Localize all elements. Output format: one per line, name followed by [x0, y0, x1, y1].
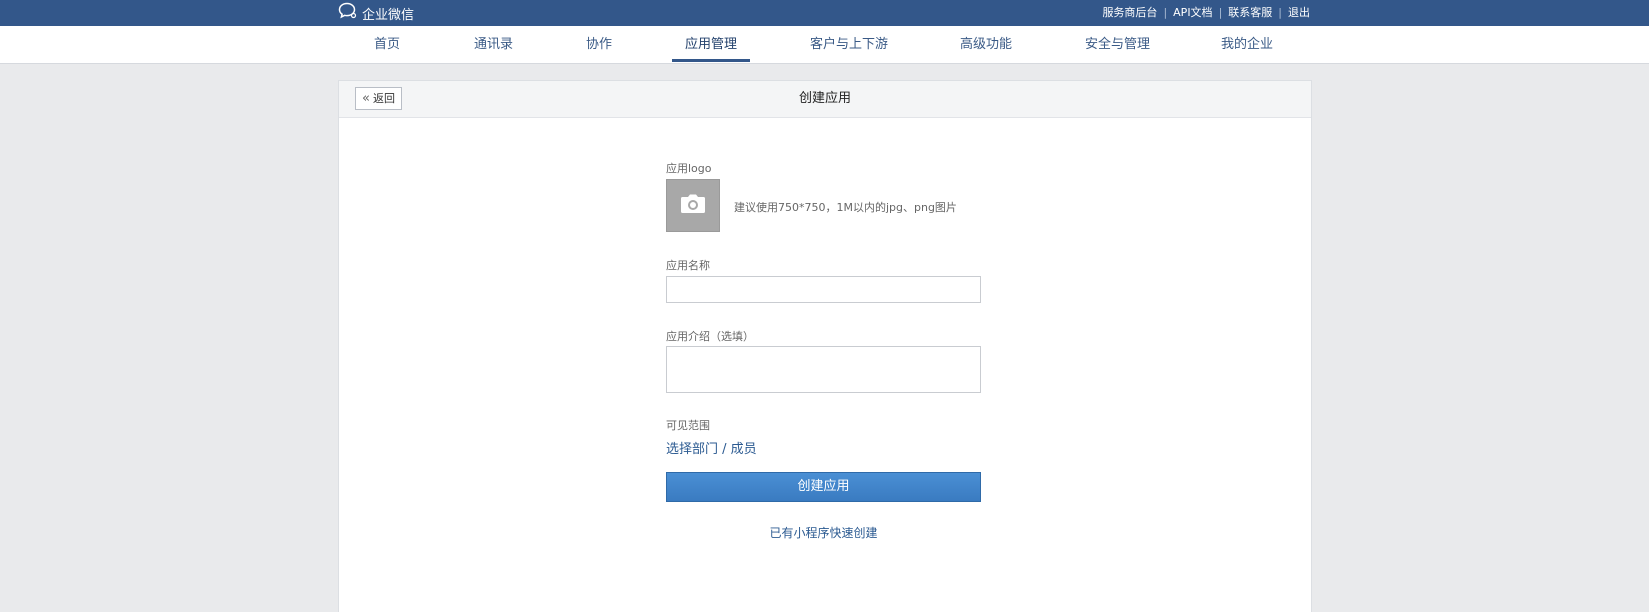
chat-bubble-icon: [338, 2, 362, 24]
camera-icon: [680, 194, 706, 218]
customer-service-link[interactable]: 联系客服: [1228, 4, 1272, 20]
select-members-link[interactable]: 选择部门 / 成员: [666, 438, 757, 457]
app-name-input[interactable]: [666, 276, 981, 303]
double-chevron-left-icon: «: [362, 91, 370, 106]
nav-customers[interactable]: 客户与上下游: [810, 26, 888, 63]
divider: |: [1218, 5, 1223, 19]
nav-advanced[interactable]: 高级功能: [960, 26, 1012, 63]
app-name-label: 应用名称: [666, 259, 710, 272]
nav-collaboration[interactable]: 协作: [586, 26, 612, 63]
page-title: 创建应用: [798, 91, 851, 106]
app-intro-textarea[interactable]: [666, 346, 981, 393]
service-provider-link[interactable]: 服务商后台: [1102, 4, 1157, 20]
brand-name: 企业微信: [362, 7, 415, 23]
main-nav: 首页 通讯录 协作 应用管理 客户与上下游 高级功能 安全与管理 我的企业: [0, 26, 1649, 64]
top-links: 服务商后台 | API文档 | 联系客服 | 退出: [1102, 4, 1310, 20]
panel-header: 创建应用 « 返回: [339, 81, 1311, 118]
back-label: 返回: [372, 92, 395, 105]
create-app-button[interactable]: 创建应用: [666, 472, 981, 502]
nav-home[interactable]: 首页: [374, 26, 400, 63]
logo-label: 应用logo: [666, 162, 712, 175]
nav-app-management[interactable]: 应用管理: [671, 26, 751, 63]
api-docs-link[interactable]: API文档: [1173, 4, 1212, 20]
nav-security[interactable]: 安全与管理: [1085, 26, 1150, 63]
nav-contacts[interactable]: 通讯录: [474, 26, 513, 63]
brand-logo[interactable]: 企业微信: [338, 2, 415, 24]
create-app-panel: 创建应用 « 返回 应用logo 建议使用750*750，1M以内的jpg、pn…: [338, 80, 1312, 612]
visibility-label: 可见范围: [666, 419, 710, 432]
logo-hint: 建议使用750*750，1M以内的jpg、png图片: [734, 201, 957, 214]
app-intro-label: 应用介绍（选填）: [666, 330, 754, 343]
mini-program-create-link[interactable]: 已有小程序快速创建: [666, 524, 981, 541]
nav-my-enterprise[interactable]: 我的企业: [1221, 26, 1273, 63]
back-button[interactable]: « 返回: [355, 87, 402, 110]
divider: |: [1278, 5, 1282, 19]
logo-upload[interactable]: [666, 179, 720, 232]
top-bar: 企业微信 服务商后台 | API文档 | 联系客服 | 退出: [0, 0, 1649, 26]
logout-link[interactable]: 退出: [1288, 4, 1310, 20]
divider: |: [1163, 5, 1168, 19]
